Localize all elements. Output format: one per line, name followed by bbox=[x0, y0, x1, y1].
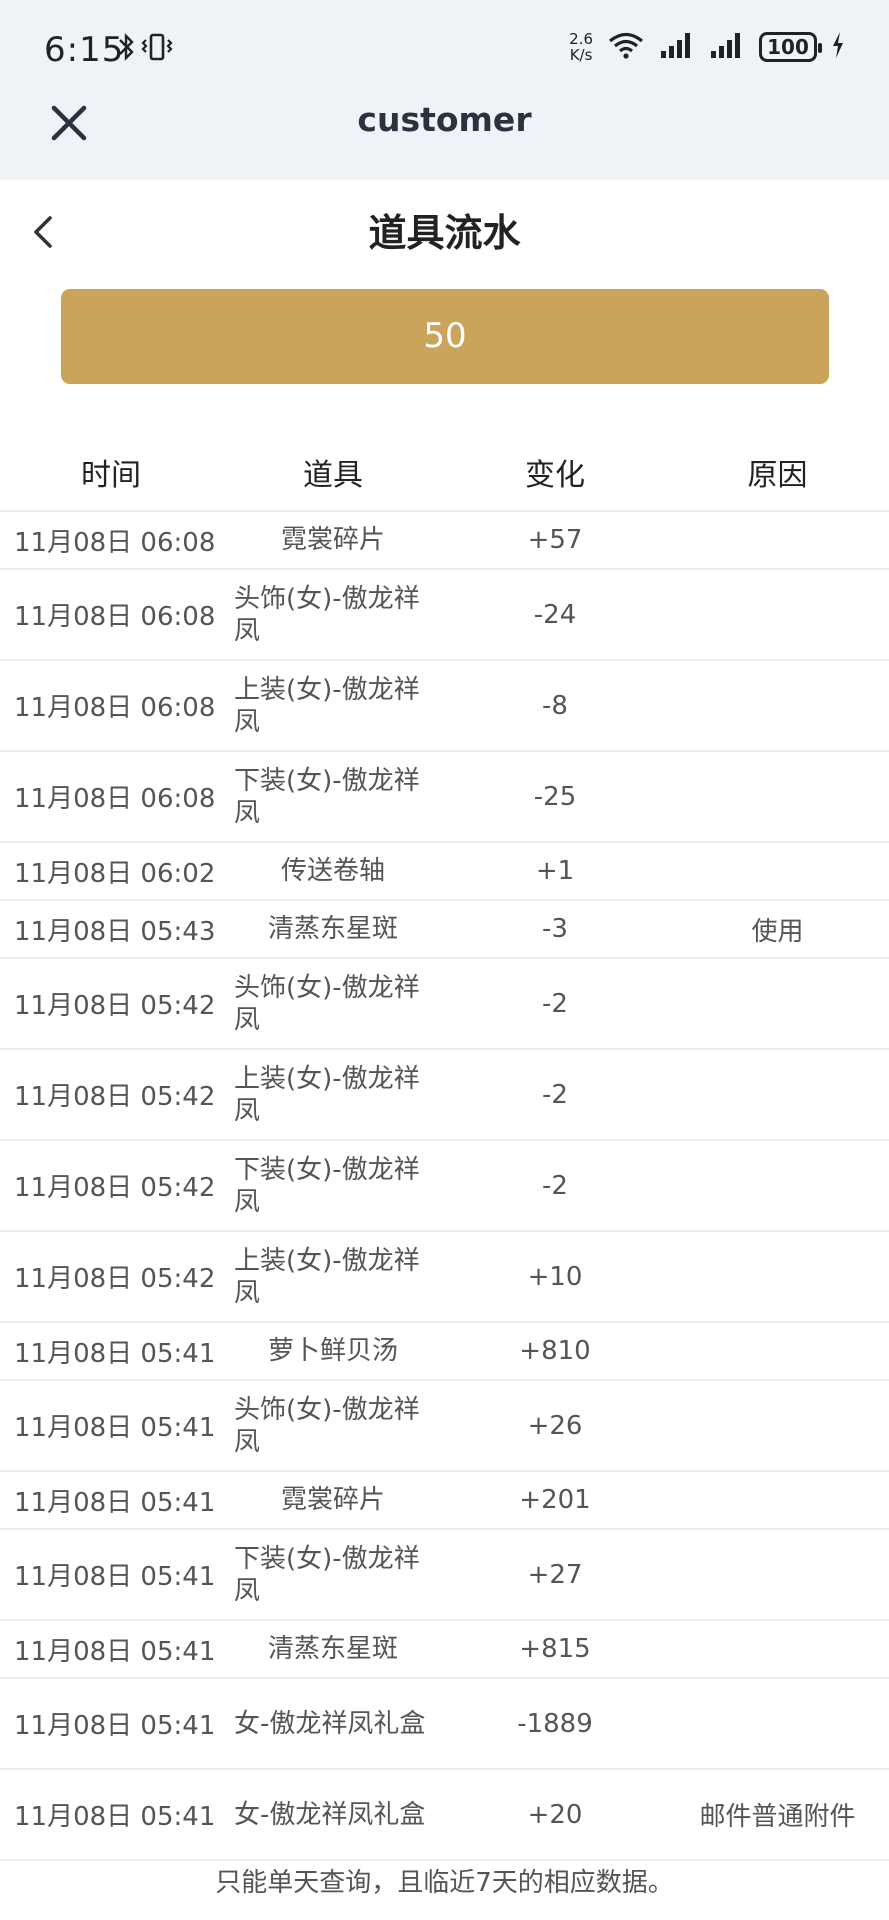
cell-item: 上装(女)-傲龙祥凤 bbox=[234, 1245, 420, 1308]
cell-change: +57 bbox=[527, 525, 583, 555]
cell-time: 11月08日 05:41 bbox=[14, 1636, 216, 1667]
cell-item: 下装(女)-傲龙祥凤 bbox=[234, 1154, 420, 1217]
cell-change: +26 bbox=[527, 1410, 583, 1441]
table-row: 11月08日 05:42 上装(女)-傲龙祥凤 +10 bbox=[0, 1232, 889, 1323]
table-row: 11月08日 05:41 霓裳碎片 +201 bbox=[0, 1472, 889, 1530]
app-title: customer bbox=[357, 100, 532, 139]
cell-change: +815 bbox=[519, 1634, 591, 1664]
cell-time: 11月08日 06:08 bbox=[14, 693, 216, 723]
cell-change: -8 bbox=[542, 690, 568, 721]
cell-change: +20 bbox=[527, 1799, 583, 1830]
column-header-change: 变化 bbox=[525, 458, 585, 493]
table-row: 11月08日 05:42 上装(女)-傲龙祥凤 -2 bbox=[0, 1050, 889, 1141]
cell-reason: 邮件普通附件 bbox=[699, 1802, 856, 1832]
cell-time: 11月08日 06:02 bbox=[14, 858, 216, 889]
bluetooth-icon bbox=[118, 32, 134, 66]
top-bar: 6:15 2.6 K/s 100 customer bbox=[0, 0, 889, 180]
cell-change: -24 bbox=[533, 599, 577, 630]
table-row: 11月08日 05:41 萝卜鲜贝汤 +810 bbox=[0, 1323, 889, 1381]
cell-time: 11月08日 06:08 bbox=[14, 784, 216, 814]
vibrate-icon bbox=[140, 32, 174, 66]
cell-change: -25 bbox=[533, 781, 577, 812]
table-header: 时间 道具 变化 原因 bbox=[0, 440, 889, 512]
column-header-time: 时间 bbox=[81, 458, 141, 493]
cell-time: 11月08日 06:08 bbox=[14, 602, 216, 632]
cell-reason: 使用 bbox=[751, 916, 804, 947]
table-row: 11月08日 06:08 霓裳碎片 +57 bbox=[0, 512, 889, 570]
cell-time: 11月08日 05:41 bbox=[14, 1802, 216, 1832]
column-header-item: 道具 bbox=[303, 458, 363, 493]
cell-item: 上装(女)-傲龙祥凤 bbox=[234, 674, 420, 737]
table-row: 11月08日 05:42 下装(女)-傲龙祥凤 -2 bbox=[0, 1141, 889, 1232]
net-speed-value: 2.6 bbox=[569, 30, 593, 48]
cell-time: 11月08日 05:42 bbox=[14, 1173, 216, 1203]
wifi-icon bbox=[607, 30, 645, 64]
table-row: 11月08日 06:08 头饰(女)-傲龙祥凤 -24 bbox=[0, 570, 889, 661]
cell-item: 头饰(女)-傲龙祥凤 bbox=[234, 972, 420, 1035]
cell-item: 上装(女)-傲龙祥凤 bbox=[234, 1063, 420, 1126]
cell-item: 清蒸东星斑 bbox=[267, 1634, 398, 1664]
signal-icon bbox=[659, 31, 695, 63]
footer-note: 只能单天查询，且临近7天的相应数据。 bbox=[215, 1868, 674, 1898]
column-header-reason: 原因 bbox=[747, 458, 808, 493]
table-row: 11月08日 06:08 上装(女)-傲龙祥凤 -8 bbox=[0, 661, 889, 752]
cell-change: -1889 bbox=[517, 1708, 593, 1739]
cell-change: +27 bbox=[527, 1559, 583, 1590]
cell-change: -2 bbox=[542, 1170, 568, 1201]
cell-time: 11月08日 06:08 bbox=[14, 527, 216, 558]
cell-time: 11月08日 05:42 bbox=[14, 1264, 216, 1294]
cell-change: +1 bbox=[535, 856, 575, 886]
status-time: 6:15 bbox=[44, 30, 125, 70]
signal-icon bbox=[709, 31, 745, 63]
cell-item: 霓裳碎片 bbox=[280, 1485, 385, 1515]
cell-change: +201 bbox=[519, 1485, 591, 1515]
item-flow-table: 时间 道具 变化 原因 11月08日 06:08 霓裳碎片 +57 11月08日 06… bbox=[0, 440, 889, 1861]
table-row: 11月08日 05:41 女-傲龙祥凤礼盒 +20 邮件普通附件 bbox=[0, 1770, 889, 1861]
cell-item: 头饰(女)-傲龙祥凤 bbox=[234, 583, 420, 646]
net-speed-unit: K/s bbox=[569, 46, 593, 64]
cell-change: -2 bbox=[542, 1079, 568, 1110]
cell-time: 11月08日 05:41 bbox=[14, 1413, 216, 1443]
cell-change: +10 bbox=[527, 1261, 583, 1292]
net-speed: 2.6 K/s bbox=[569, 31, 593, 63]
cell-change: +810 bbox=[519, 1336, 591, 1366]
cell-item: 女-傲龙祥凤礼盒 bbox=[234, 1799, 426, 1830]
page-header: 道具流水 bbox=[0, 180, 889, 290]
item-selector-button[interactable]: 50 bbox=[61, 289, 829, 384]
table-row: 11月08日 06:08 下装(女)-傲龙祥凤 -25 bbox=[0, 752, 889, 843]
cell-item: 下装(女)-傲龙祥凤 bbox=[234, 1543, 420, 1606]
table-body: 11月08日 06:08 霓裳碎片 +57 11月08日 06:08 头饰(女)-傲龙祥… bbox=[0, 512, 889, 1861]
cell-item: 萝卜鲜贝汤 bbox=[267, 1336, 398, 1366]
cell-time: 11月08日 05:41 bbox=[14, 1487, 216, 1518]
charging-icon bbox=[831, 31, 845, 63]
table-row: 11月08日 06:02 传送卷轴 +1 bbox=[0, 843, 889, 901]
battery-icon: 100 bbox=[759, 32, 822, 62]
page-title: 道具流水 bbox=[368, 211, 521, 255]
table-row: 11月08日 05:41 头饰(女)-傲龙祥凤 +26 bbox=[0, 1381, 889, 1472]
cell-change: -2 bbox=[542, 988, 568, 1019]
cell-change: -3 bbox=[542, 914, 568, 944]
cell-time: 11月08日 05:41 bbox=[14, 1562, 216, 1592]
cell-item: 清蒸东星斑 bbox=[267, 914, 398, 944]
cell-item: 头饰(女)-傲龙祥凤 bbox=[234, 1394, 420, 1457]
table-row: 11月08日 05:42 头饰(女)-傲龙祥凤 -2 bbox=[0, 959, 889, 1050]
cell-item: 下装(女)-傲龙祥凤 bbox=[234, 765, 420, 828]
table-row: 11月08日 05:41 下装(女)-傲龙祥凤 +27 bbox=[0, 1530, 889, 1621]
table-row: 11月08日 05:41 清蒸东星斑 +815 bbox=[0, 1621, 889, 1679]
cell-time: 11月08日 05:41 bbox=[14, 1711, 216, 1741]
cell-item: 霓裳碎片 bbox=[280, 525, 385, 555]
app-bar: customer bbox=[0, 80, 889, 180]
cell-time: 11月08日 05:42 bbox=[14, 1082, 216, 1112]
cell-time: 11月08日 05:42 bbox=[14, 991, 216, 1021]
cell-time: 11月08日 05:43 bbox=[14, 916, 216, 947]
cell-time: 11月08日 05:41 bbox=[14, 1338, 216, 1369]
cell-item: 传送卷轴 bbox=[280, 856, 385, 886]
table-row: 11月08日 05:41 女-傲龙祥凤礼盒 -1889 bbox=[0, 1679, 889, 1770]
cell-item: 女-傲龙祥凤礼盒 bbox=[234, 1708, 426, 1739]
table-row: 11月08日 05:43 清蒸东星斑 -3 使用 bbox=[0, 901, 889, 959]
